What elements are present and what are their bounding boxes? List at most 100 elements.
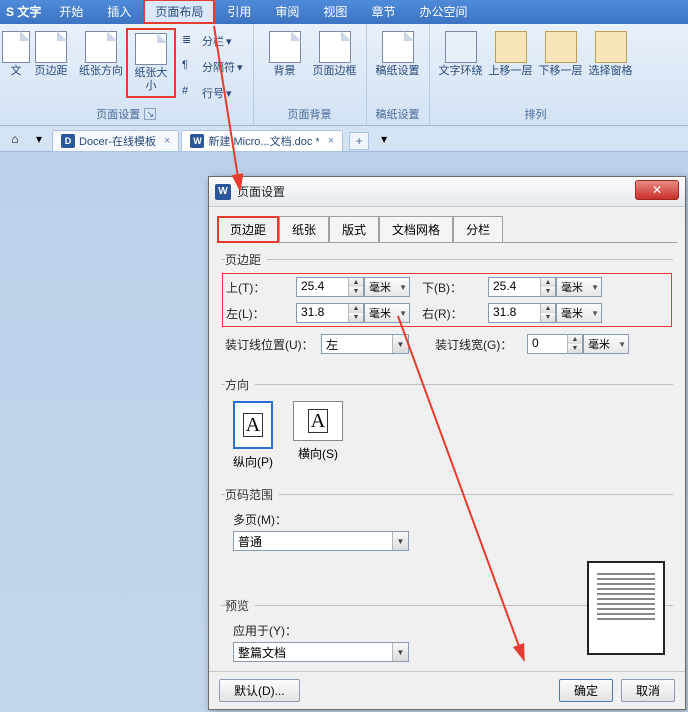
selection-pane-button[interactable]: 选择窗格 [586,28,636,81]
dialog-icon: W [215,184,231,200]
spin-up-icon[interactable]: ▲ [541,278,555,287]
orientation-label: 纸张方向 [79,65,123,78]
left-margin-label: 左(L)： [226,305,296,322]
tab-layout[interactable]: 版式 [329,216,379,243]
spin-down-icon[interactable]: ▼ [568,344,582,353]
orientation-icon [85,31,117,63]
columns-button[interactable]: ≣分栏 ▾ [178,30,247,52]
dialog-tabs: 页边距 纸张 版式 文档网格 分栏 [209,207,685,242]
breaks-icon: ¶ [182,59,198,75]
backward-icon [545,31,577,63]
tab-label: 新建 Micro...文档.doc * [208,133,319,149]
ok-button[interactable]: 确定 [559,679,613,702]
menu-start[interactable]: 开始 [47,0,95,24]
gutter-width-input[interactable]: 0▲▼ [527,334,583,354]
app-logo: S 文字 [4,3,47,24]
grid-icon [382,31,414,63]
margins-button[interactable]: 页边距 [26,28,76,81]
document-tab-bar: ⌂ ▾ D Docer-在线模板 × W 新建 Micro...文档.doc *… [0,126,688,152]
group-label-pagebg: 页面背景 [260,104,360,125]
margins-legend: 页边距 [225,251,267,268]
margins-fieldset: 页边距 上(T)： 25.4▲▼ 毫米▼ 下(B)： 25.4▲▼ 毫米▼ 左(… [221,251,673,370]
bottom-margin-unit[interactable]: 毫米▼ [556,277,602,297]
chevron-down-icon: ▼ [392,532,408,550]
page-range-fieldset: 页码范围 多页(M)： 普通▼ [221,486,673,567]
tab-paper[interactable]: 纸张 [279,216,329,243]
tab-docer-templates[interactable]: D Docer-在线模板 × [52,130,179,152]
right-margin-unit[interactable]: 毫米▼ [556,303,602,323]
close-icon[interactable]: × [328,135,334,147]
dialog-title-bar[interactable]: W 页面设置 ✕ [209,177,685,207]
tab-docgrid[interactable]: 文档网格 [379,216,453,243]
spin-up-icon[interactable]: ▲ [541,304,555,313]
cancel-button[interactable]: 取消 [621,679,675,702]
chevron-down-icon: ▾ [226,35,232,48]
top-margin-input[interactable]: 25.4▲▼ [296,277,364,297]
breaks-button[interactable]: ¶分隔符 ▾ [178,56,247,78]
bottom-margin-label: 下(B)： [422,279,488,296]
multipage-select[interactable]: 普通▼ [233,531,409,551]
spin-up-icon[interactable]: ▲ [568,335,582,344]
close-button[interactable]: ✕ [635,180,679,200]
apply-to-label: 应用于(Y)： [233,622,297,639]
wrap-icon [445,31,477,63]
text-direction-button[interactable]: 文 [6,28,26,81]
tabs-dropdown[interactable]: ▾ [28,129,50,149]
menu-review[interactable]: 审阅 [263,0,311,24]
text-wrap-button[interactable]: 文字环绕 [436,28,486,81]
spin-up-icon[interactable]: ▲ [349,304,363,313]
menu-references[interactable]: 引用 [215,0,263,24]
dialog-footer: 默认(D)... 确定 取消 [209,671,685,709]
group-label-grid: 稿纸设置 [373,104,423,125]
tab-margins[interactable]: 页边距 [217,216,279,243]
bring-forward-button[interactable]: 上移一层 [486,28,536,81]
linenum-icon: # [182,85,198,101]
bottom-margin-input[interactable]: 25.4▲▼ [488,277,556,297]
page-border-button[interactable]: 页面边框 [310,28,360,81]
send-backward-button[interactable]: 下移一层 [536,28,586,81]
tabs-menu[interactable]: ▾ [373,129,395,149]
orientation-fieldset: 方向 A 纵向(P) A 横向(S) [221,376,673,480]
grid-label: 稿纸设置 [376,65,420,78]
home-button[interactable]: ⌂ [4,129,26,149]
portrait-option[interactable]: A 纵向(P) [233,401,273,470]
line-numbers-button[interactable]: #行号 ▾ [178,82,247,104]
menu-insert[interactable]: 插入 [95,0,143,24]
menu-section[interactable]: 章节 [359,0,407,24]
right-margin-label: 右(R)： [422,305,488,322]
spin-down-icon[interactable]: ▼ [541,313,555,322]
new-tab-button[interactable]: + [349,132,369,150]
gutter-width-unit[interactable]: 毫米▼ [583,334,629,354]
chevron-down-icon: ▼ [392,643,408,661]
gutter-width-label: 装订线宽(G)： [435,336,527,353]
dialog-launcher-icon[interactable]: ↘ [144,108,156,120]
spin-down-icon[interactable]: ▼ [349,313,363,322]
background-icon [269,31,301,63]
group-page-setup: 文 页边距 纸张方向 纸张大小 ≣分栏 ▾ ¶分隔符 ▾ #行号 ▾ 页面设置↘ [0,24,254,125]
spin-down-icon[interactable]: ▼ [541,287,555,296]
page-range-legend: 页码范围 [225,486,279,503]
spin-up-icon[interactable]: ▲ [349,278,363,287]
text-direction-label: 文 [11,65,22,78]
apply-to-select[interactable]: 整篇文档▼ [233,642,409,662]
menu-office[interactable]: 办公空间 [407,0,479,24]
preview-thumbnail [587,561,665,655]
background-button[interactable]: 背景 [260,28,310,81]
menu-page-layout[interactable]: 页面布局 [143,0,215,24]
default-button[interactable]: 默认(D)... [219,679,300,702]
gutter-pos-select[interactable]: 左▼ [321,334,409,354]
page-orientation-button[interactable]: 纸张方向 [76,28,126,81]
right-margin-input[interactable]: 31.8▲▼ [488,303,556,323]
landscape-option[interactable]: A 横向(S) [293,401,343,470]
left-margin-input[interactable]: 31.8▲▼ [296,303,364,323]
left-margin-unit[interactable]: 毫米▼ [364,303,410,323]
close-icon[interactable]: × [164,135,170,147]
menu-view[interactable]: 视图 [311,0,359,24]
spin-down-icon[interactable]: ▼ [349,287,363,296]
ribbon: 文 页边距 纸张方向 纸张大小 ≣分栏 ▾ ¶分隔符 ▾ #行号 ▾ 页面设置↘ [0,24,688,126]
tab-columns[interactable]: 分栏 [453,216,503,243]
tab-current-doc[interactable]: W 新建 Micro...文档.doc * × [181,130,343,152]
grid-setting-button[interactable]: 稿纸设置 [373,28,423,81]
page-size-button[interactable]: 纸张大小 [126,28,176,98]
top-margin-unit[interactable]: 毫米▼ [364,277,410,297]
